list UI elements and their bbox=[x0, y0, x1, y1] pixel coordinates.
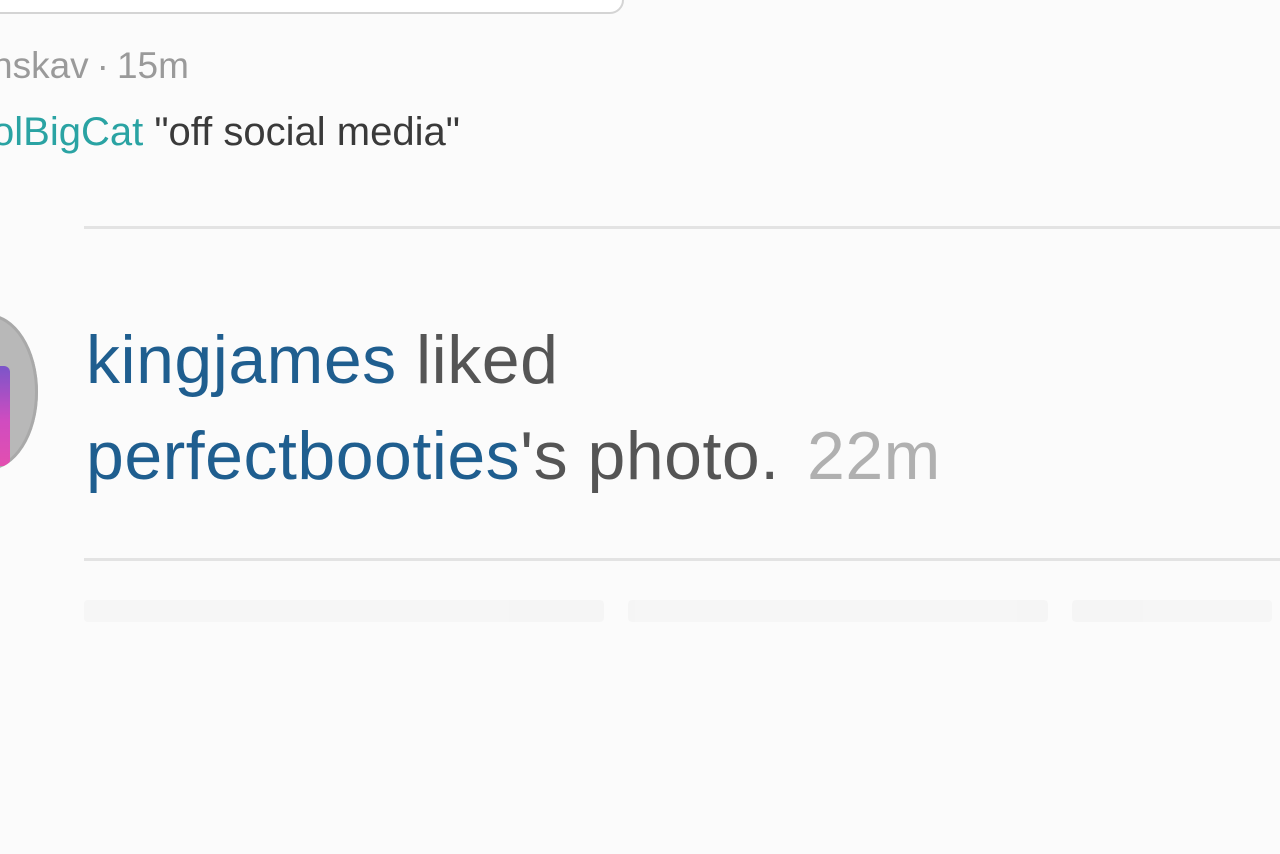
activity-verb: liked bbox=[416, 322, 559, 398]
actor-link[interactable]: kingjames bbox=[86, 322, 397, 398]
target-user-link[interactable]: perfectbooties bbox=[86, 418, 520, 494]
tweet-meta: nskav · 15m bbox=[0, 44, 692, 88]
tweet-mention[interactable]: olBigCat bbox=[0, 110, 143, 154]
tweet-body: olBigCat "off social media" bbox=[0, 108, 692, 156]
activity-line-1: kingjames liked bbox=[86, 312, 1236, 408]
tweet-text: "off social media" bbox=[154, 110, 460, 154]
next-item-placeholder bbox=[84, 590, 1280, 630]
meta-separator: · bbox=[96, 45, 109, 86]
placeholder-bar bbox=[1072, 600, 1272, 622]
tweet-item[interactable]: nskav · 15m olBigCat "off social media" bbox=[0, 44, 692, 156]
tweet-username[interactable]: nskav bbox=[0, 45, 89, 86]
divider bbox=[84, 226, 1280, 229]
activity-item[interactable]: kingjames liked perfectbooties's photo. … bbox=[86, 312, 1236, 504]
activity-line-2: perfectbooties's photo. 22m bbox=[86, 408, 1236, 504]
activity-object: 's photo. bbox=[520, 418, 780, 494]
avatar[interactable] bbox=[0, 314, 38, 470]
notification-feed: nskav · 15m olBigCat "off social media" ki… bbox=[0, 0, 1280, 854]
avatar-image bbox=[0, 366, 10, 466]
previous-item-card[interactable] bbox=[0, 0, 624, 14]
placeholder-bar bbox=[84, 600, 604, 622]
tweet-timestamp: 15m bbox=[116, 45, 189, 86]
activity-timestamp: 22m bbox=[807, 418, 941, 494]
divider bbox=[84, 558, 1280, 561]
placeholder-bar bbox=[628, 600, 1048, 622]
